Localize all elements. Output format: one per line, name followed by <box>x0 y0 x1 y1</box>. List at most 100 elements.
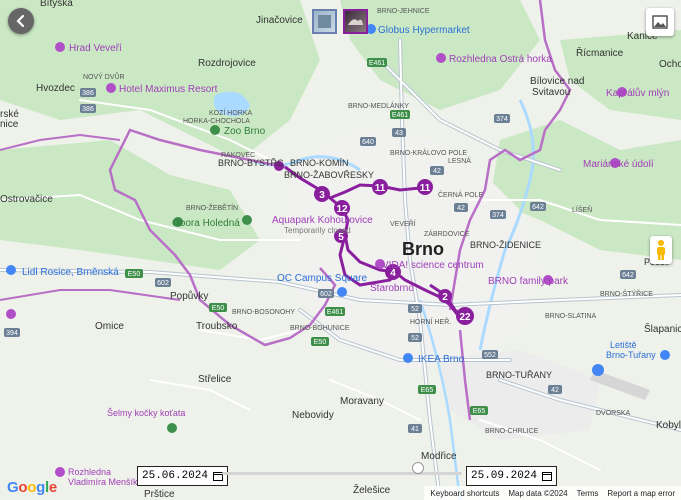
road-shield: E65 <box>421 387 434 394</box>
map-label: BRNO-ŽABOVŘESKY <box>284 170 374 180</box>
road-shield: 52 <box>411 306 419 313</box>
road-shield: 640 <box>362 139 374 146</box>
map-label: BRNO-ŽEBĚTÍN <box>186 203 238 212</box>
map-label: BRNO-KRÁLOVO POLE <box>390 148 467 157</box>
map-label: IKEA Brno <box>418 354 465 365</box>
map-label: Prštice <box>144 489 175 500</box>
map-label: LÍŠEŇ <box>572 205 592 214</box>
route-number: 2 <box>442 292 448 303</box>
date-range-end-handle[interactable] <box>412 462 424 474</box>
road-shield: 374 <box>492 212 504 219</box>
fullscreen-icon <box>652 15 668 29</box>
road-shield: 42 <box>457 205 465 212</box>
map-label: BRNO-JEHNICE <box>377 8 430 15</box>
pegman-icon <box>657 240 665 260</box>
map-label: BRNO-BOSONOHY <box>232 309 295 316</box>
road-shield: 602 <box>320 291 332 298</box>
road-shield: 552 <box>484 352 496 359</box>
terms-link[interactable]: Terms <box>577 489 599 498</box>
map-label: OC Campus Square <box>277 273 367 284</box>
map-label: Hrad Veveří <box>69 43 122 54</box>
map-label: Střelice <box>198 374 232 385</box>
date-start-input[interactable]: 25.06.2024 <box>137 466 229 486</box>
road-shield: 386 <box>82 90 94 97</box>
road-shield: 52 <box>411 335 419 342</box>
map-label: Lidl Rosice, Brněnská <box>22 267 119 278</box>
map-data-attribution: Map data ©2024 <box>508 488 568 498</box>
map-label: Ocho <box>659 59 681 70</box>
map-label: HORNÍ HEŘ. <box>410 317 451 326</box>
map-label: VIDA! science centrum <box>382 260 484 271</box>
map-label: BRNO family park <box>488 276 569 287</box>
road-shield: 642 <box>622 272 634 279</box>
map-label: Zoo Brno <box>224 126 266 137</box>
map-label: Popůvky <box>170 290 208 302</box>
photo-thumbnail[interactable] <box>343 9 368 34</box>
road-shield: 394 <box>6 330 18 337</box>
google-logo: Google <box>7 479 57 496</box>
date-start-value: 25.06.2024 <box>142 470 209 482</box>
date-end-value: 25.09.2024 <box>471 470 538 482</box>
map-label: Bílovice nad <box>530 76 584 87</box>
road-shield: 41 <box>411 426 419 433</box>
road-shield: E461 <box>369 60 385 67</box>
road-shield: E50 <box>212 305 225 312</box>
road-shield: 42 <box>433 168 441 175</box>
road-shield: 42 <box>551 387 559 394</box>
photo-thumbnail[interactable] <box>312 9 337 34</box>
map-label: BRNO-ŠTÝŘICE <box>600 289 653 298</box>
road-shield: E461 <box>327 309 343 316</box>
road-shield: 43 <box>395 130 403 137</box>
back-button[interactable] <box>8 8 34 34</box>
map-label: Omice <box>95 321 124 332</box>
map-label: NOVÝ DVŮR <box>83 72 125 81</box>
map-label: Jinačovice <box>256 15 303 26</box>
map-label: nice <box>0 119 19 130</box>
calendar-icon[interactable] <box>542 471 553 481</box>
map-label: Aquapark Kohoutovice <box>272 215 373 226</box>
map-label: Obora Holedná <box>172 218 240 229</box>
map-label: Svitavou <box>532 87 570 98</box>
image-view-button[interactable] <box>646 8 674 36</box>
date-range-track[interactable] <box>222 472 462 475</box>
map-label: LESNÁ <box>448 156 471 165</box>
route-number: 11 <box>420 183 431 194</box>
map-label: Rozhledna Ostrá horka <box>449 54 552 65</box>
map-label: BRNO-SLATINA <box>545 313 597 320</box>
map-label: Šlapanic <box>644 322 681 335</box>
map-canvas[interactable]: 3 12 11 11 5 4 2 22 386 386 E461 E461 43… <box>0 0 681 500</box>
road-shield: E50 <box>314 339 327 346</box>
map-label: Kaprálův mlýn <box>606 87 669 99</box>
route-number: 3 <box>319 190 325 201</box>
map-label: Starobrno <box>370 283 414 294</box>
map-label: Šelmy kočky koťata <box>107 408 185 418</box>
map-label: Ostrovačice <box>0 194 53 205</box>
map-label: Hotel Maximus Resort <box>119 84 218 95</box>
map-label: Brno-Tuřany <box>606 350 656 360</box>
map-label: ZÁBRDOVICE <box>424 229 470 238</box>
map-label: BRNO-ŽIDENICE <box>470 240 541 250</box>
road-shield: 602 <box>157 280 169 287</box>
date-end-input[interactable]: 25.09.2024 <box>466 466 558 486</box>
map-label: Troubsko <box>196 321 238 332</box>
map-label: Mariánské údolí <box>583 159 654 170</box>
map-label: Želešice <box>353 483 391 496</box>
road-shield: E50 <box>128 271 141 278</box>
map-label: Globus Hypermarket <box>378 25 470 36</box>
map-label: Temporarily closed <box>284 226 351 235</box>
keyboard-shortcuts-link[interactable]: Keyboard shortcuts <box>430 489 499 498</box>
map-label: DVORSKA <box>596 410 631 417</box>
map-label: BRNO-TUŘANY <box>486 370 552 380</box>
map-label: ČERNÁ POLE <box>438 190 483 199</box>
map-label: Hvozdec <box>36 83 75 94</box>
map-label: BRNO-KOMÍN <box>290 158 349 168</box>
map-label: BRNO-BYSTŘC <box>218 158 284 168</box>
route-number: 22 <box>459 312 471 323</box>
road-shield: E65 <box>473 408 486 415</box>
road-shield: 386 <box>82 106 94 113</box>
map-label: Rozdrojovice <box>198 58 256 69</box>
report-error-link[interactable]: Report a map error <box>607 489 675 498</box>
map-label: Kobyl <box>656 420 681 431</box>
back-arrow-icon <box>16 14 25 28</box>
street-view-pegman[interactable] <box>650 236 672 264</box>
